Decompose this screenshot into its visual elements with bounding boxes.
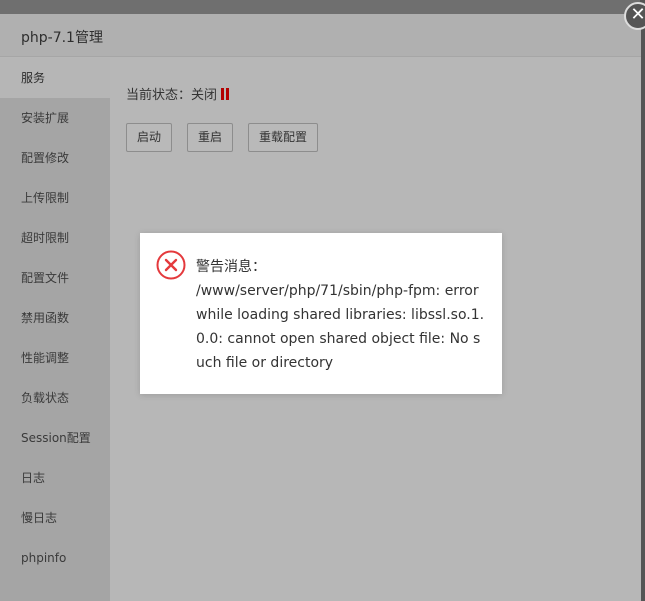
close-icon[interactable]: ✕	[624, 2, 645, 30]
sidebar-item-install-extensions[interactable]: 安装扩展	[0, 98, 110, 138]
service-status: 当前状态：关闭	[126, 84, 230, 103]
sidebar-item-session-config[interactable]: Session配置	[0, 418, 110, 458]
sidebar-item-phpinfo[interactable]: phpinfo	[0, 538, 110, 578]
start-button[interactable]: 启动	[126, 123, 173, 152]
restart-button[interactable]: 重启	[187, 123, 234, 152]
sidebar-item-disabled-functions[interactable]: 禁用函数	[0, 298, 110, 338]
sidebar-item-service[interactable]: 服务	[0, 58, 110, 98]
sidebar: 服务 安装扩展 配置修改 上传限制 超时限制 配置文件 禁用函数 性能调整 负载…	[0, 58, 110, 601]
sidebar-item-performance[interactable]: 性能调整	[0, 338, 110, 378]
sidebar-item-log[interactable]: 日志	[0, 458, 110, 498]
sidebar-item-config-edit[interactable]: 配置修改	[0, 138, 110, 178]
sidebar-item-load-status[interactable]: 负载状态	[0, 378, 110, 418]
pause-icon	[221, 88, 230, 100]
sidebar-item-timeout-limit[interactable]: 超时限制	[0, 218, 110, 258]
alert-title: 警告消息：	[196, 259, 266, 275]
alert-message: /www/server/php/71/sbin/php-fpm: error w…	[196, 283, 485, 371]
sidebar-item-slow-log[interactable]: 慢日志	[0, 498, 110, 538]
reload-config-button[interactable]: 重载配置	[248, 123, 319, 152]
warning-alert: 警告消息： /www/server/php/71/sbin/php-fpm: e…	[140, 233, 502, 394]
service-status-label: 当前状态：关闭	[126, 88, 218, 103]
sidebar-item-upload-limit[interactable]: 上传限制	[0, 178, 110, 218]
sidebar-item-config-file[interactable]: 配置文件	[0, 258, 110, 298]
dialog-title-bar: php-7.1管理	[0, 14, 641, 57]
dialog-title: php-7.1管理	[21, 30, 103, 46]
alert-text: 警告消息： /www/server/php/71/sbin/php-fpm: e…	[196, 255, 488, 375]
error-circle-icon	[156, 250, 186, 280]
